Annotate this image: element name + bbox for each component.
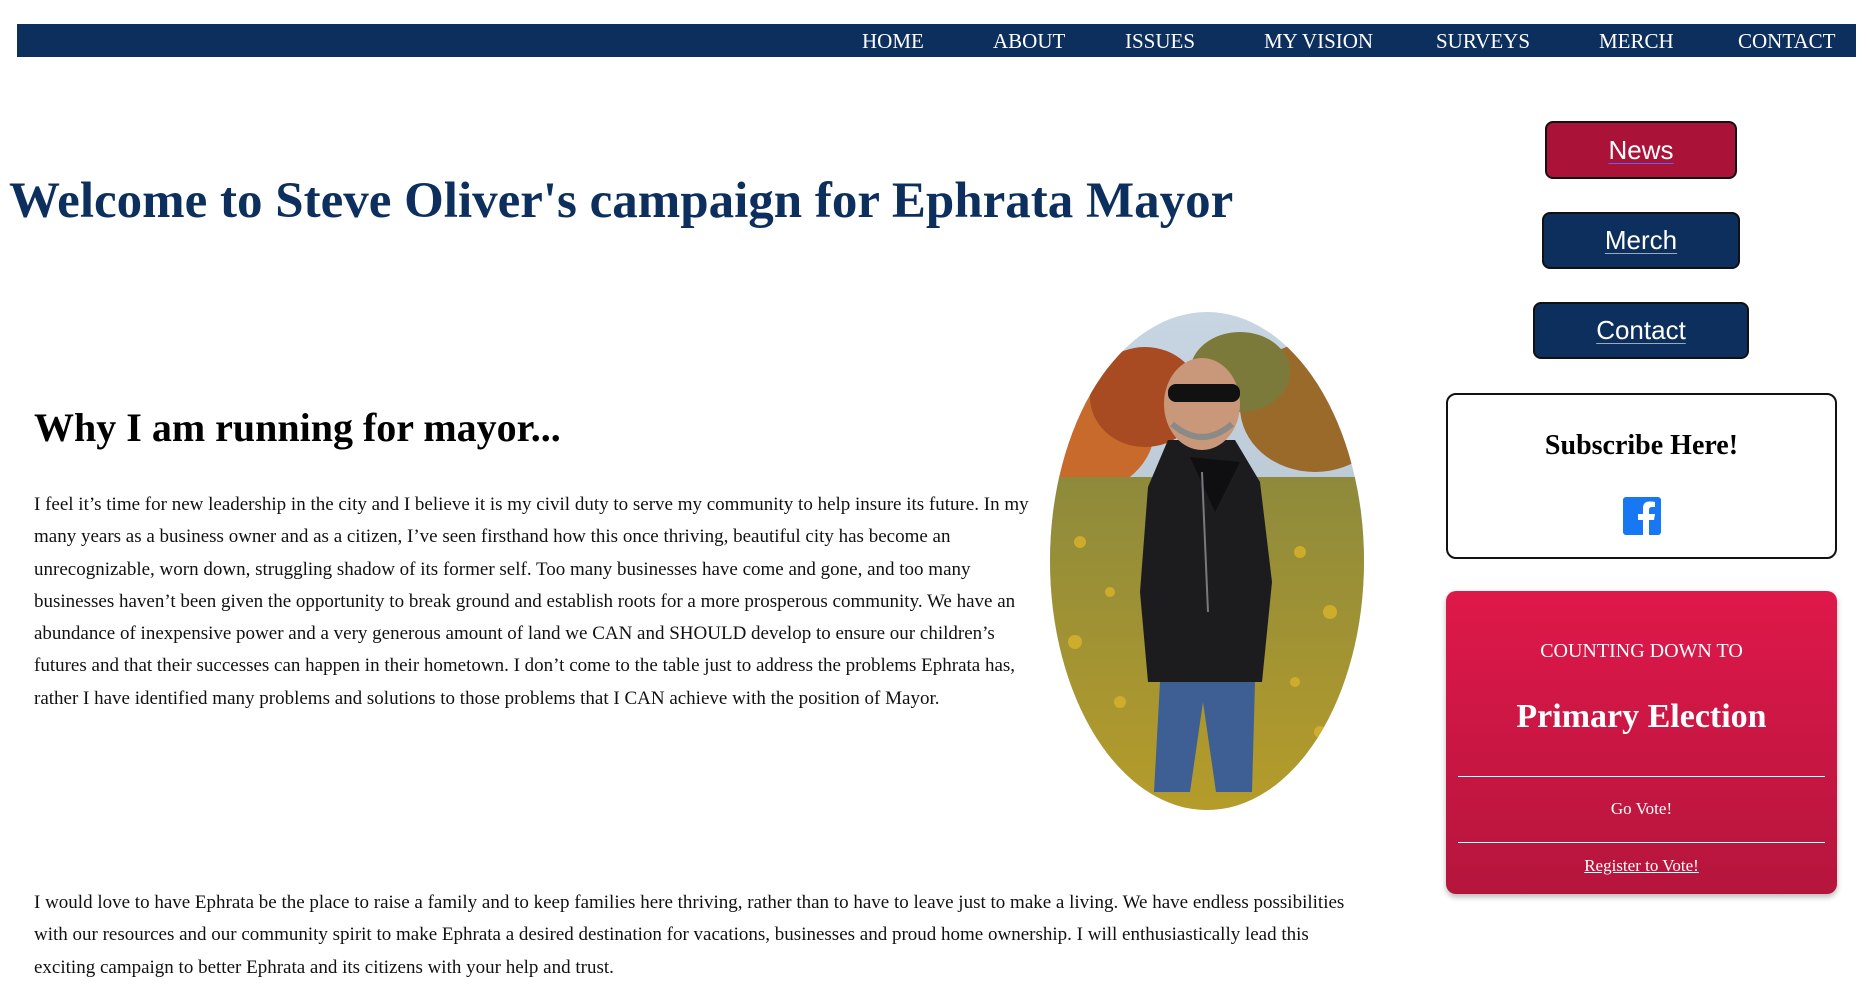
section-heading: Why I am running for mayor... [34,405,561,450]
facebook-icon[interactable] [1623,497,1661,535]
intro-paragraph: I feel it’s time for new leadership in t… [34,494,1029,709]
countdown-box: COUNTING DOWN TO Primary Election Go Vot… [1446,591,1837,894]
countdown-divider [1458,776,1825,777]
nav-surveys[interactable]: SURVEYS [1436,29,1530,53]
merch-button-label: Merch [1604,225,1678,255]
page-title: Welcome to Steve Oliver's campaign for E… [9,173,1234,229]
countdown-divider [1458,842,1825,843]
nav-contact[interactable]: CONTACT [1738,29,1835,53]
countdown-event: Primary Election [1516,698,1767,735]
contact-button-label: Contact [1596,315,1686,345]
nav-issues[interactable]: ISSUES [1125,29,1195,53]
merch-button[interactable]: Merch [1542,212,1740,269]
nav-my-vision[interactable]: MY VISION [1264,29,1373,53]
news-button[interactable]: News [1545,121,1737,179]
top-nav: HOME ABOUT ISSUES MY VISION SURVEYS MERC… [17,24,1856,57]
subscribe-title: Subscribe Here! [1544,430,1739,461]
subscribe-box: Subscribe Here! [1446,393,1837,559]
closing-paragraph: I would love to have Ephrata be the plac… [34,892,1345,978]
candidate-photo [1050,312,1364,810]
countdown-label: COUNTING DOWN TO [1540,640,1743,662]
go-vote-text: Go Vote! [1610,799,1673,818]
nav-home[interactable]: HOME [862,29,924,53]
register-to-vote-link[interactable]: Register to Vote! [1446,856,1837,876]
contact-button[interactable]: Contact [1533,302,1749,359]
nav-about[interactable]: ABOUT [993,29,1065,53]
news-button-label: News [1608,135,1674,165]
nav-merch[interactable]: MERCH [1599,29,1674,53]
